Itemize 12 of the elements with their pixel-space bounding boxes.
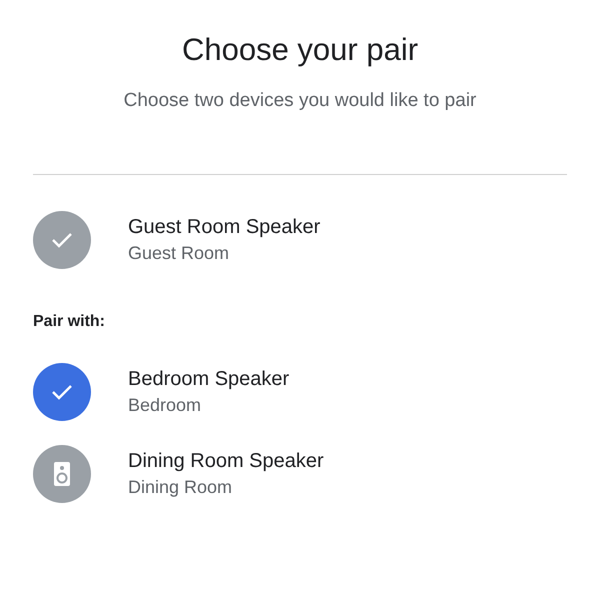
device-room: Dining Room xyxy=(128,477,234,498)
page-subtitle: Choose two devices you would like to pair xyxy=(122,90,478,112)
check-icon xyxy=(50,231,74,249)
check-icon xyxy=(50,383,74,401)
speaker-icon xyxy=(53,461,71,487)
device-room: Guest Room xyxy=(128,243,230,264)
device-name: Bedroom Speaker xyxy=(128,368,290,391)
device-name: Guest Room Speaker xyxy=(128,216,320,239)
device-room: Bedroom xyxy=(128,395,202,416)
device-name: Dining Room Speaker xyxy=(128,450,324,473)
page-title: Choose your pair xyxy=(180,32,420,68)
section-label: Pair with: xyxy=(33,313,106,331)
